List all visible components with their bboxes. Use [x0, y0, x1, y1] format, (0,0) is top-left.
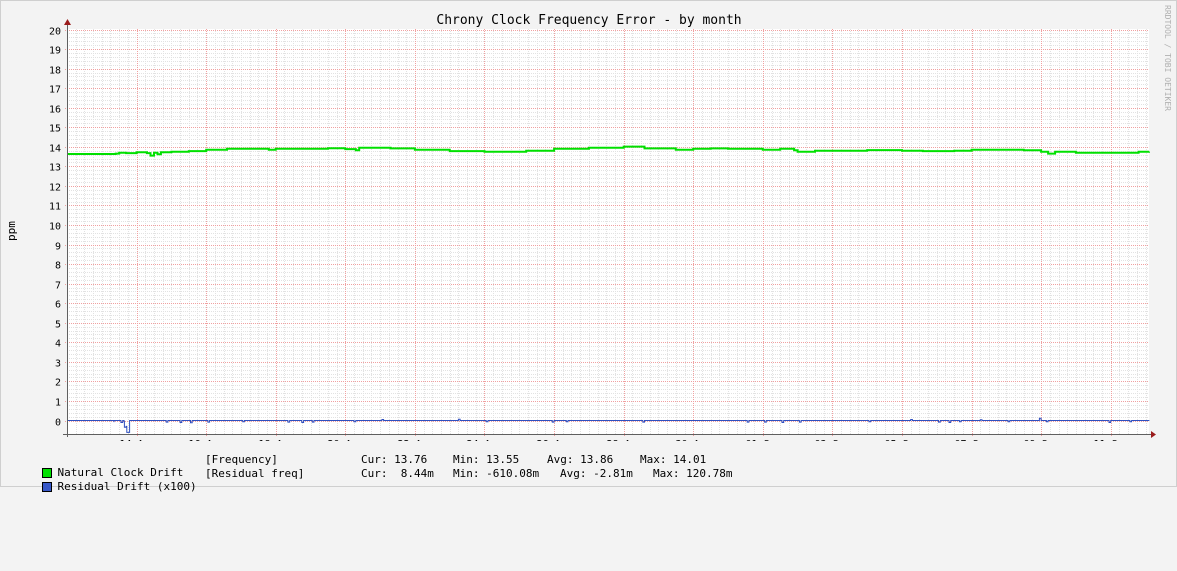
legend-swatch-residual: [41, 482, 52, 492]
y-tick-label: 20: [49, 27, 61, 38]
y-axis-label: ppm: [5, 221, 18, 241]
frequency-error-chart: Chrony Clock Frequency Error - by month …: [5, 5, 1172, 441]
y-tick-label: 3: [55, 359, 61, 370]
x-tick-label: 14 Aug: [119, 439, 155, 441]
y-tick-label: 12: [49, 183, 61, 194]
y-tick-label: 13: [49, 163, 61, 174]
legend-max-natural: Max: 14.01: [640, 453, 707, 466]
y-tick-label: 15: [49, 124, 61, 135]
legend-tag-natural: [Frequency]: [205, 453, 278, 466]
x-tick-label: 07 Sep: [954, 439, 990, 441]
plot-area: [67, 29, 1149, 434]
x-tick-label: 09 Sep: [1023, 439, 1059, 441]
y-tick-label: 6: [55, 300, 61, 311]
x-tick-label: 18 Aug: [258, 439, 294, 441]
x-tick-label: 26 Aug: [536, 439, 572, 441]
legend-row-2: Residual Drift (x100) [Residual freq] Cu…: [15, 467, 732, 571]
y-tick-label: 0: [55, 418, 61, 429]
y-tick-label: 8: [55, 261, 61, 272]
x-tick-label: 30 Aug: [675, 439, 711, 441]
y-tick-label: 19: [49, 46, 61, 57]
x-axis-arrow: [1151, 431, 1156, 438]
x-tick-label: 28 Aug: [606, 439, 642, 441]
legend-tag-residual: [Residual freq]: [205, 467, 305, 480]
legend-avg-natural: Avg: 13.86: [547, 453, 614, 466]
y-axis-arrow: [64, 19, 71, 25]
y-tick-label: 4: [55, 339, 61, 350]
x-tick-labels: 14 Aug 16 Aug 18 Aug 20 Aug 22 Aug 24 Aug 26 A…: [119, 439, 1129, 441]
y-tick-label: 18: [49, 66, 61, 77]
x-tick-label: 01 Sep: [745, 439, 781, 441]
x-tick-label: 22 Aug: [397, 439, 433, 441]
legend-max-residual: Max: 120.78m: [653, 467, 733, 480]
y-tick-label: 17: [49, 85, 61, 96]
chart-title: Chrony Clock Frequency Error - by month: [436, 13, 741, 28]
x-tick-label: 20 Aug: [327, 439, 363, 441]
legend-min-residual: Min: -610.08m: [453, 467, 540, 480]
x-tick-label: 24 Aug: [466, 439, 502, 441]
y-tick-label: 7: [55, 281, 61, 292]
y-tick-labels: 01234567891011121314151617181920: [49, 27, 61, 429]
legend-avg-residual: Avg: -2.81m: [560, 467, 633, 480]
y-tick-label: 2: [55, 378, 61, 389]
rrdtool-watermark: RRDTOOL / TOBI OETIKER: [1163, 5, 1172, 111]
y-tick-label: 16: [49, 105, 61, 116]
legend-cur-residual: Cur: 8.44m: [361, 467, 434, 480]
y-tick-label: 9: [55, 242, 61, 253]
y-tick-label: 1: [55, 398, 61, 409]
legend-cur-natural: Cur: 13.76: [361, 453, 428, 466]
x-tick-label: 05 Sep: [884, 439, 920, 441]
y-tick-label: 11: [49, 202, 61, 213]
y-tick-label: 10: [49, 222, 61, 233]
legend-min-natural: Min: 13.55: [453, 453, 520, 466]
y-tick-label: 14: [49, 144, 61, 155]
chart-frame: Chrony Clock Frequency Error - by month …: [0, 0, 1177, 493]
x-tick-label: 16 Aug: [188, 439, 224, 441]
y-tick-label: 5: [55, 320, 61, 331]
x-tick-label: 03 Sep: [814, 439, 850, 441]
x-tick-label: 11 Sep: [1093, 439, 1129, 441]
